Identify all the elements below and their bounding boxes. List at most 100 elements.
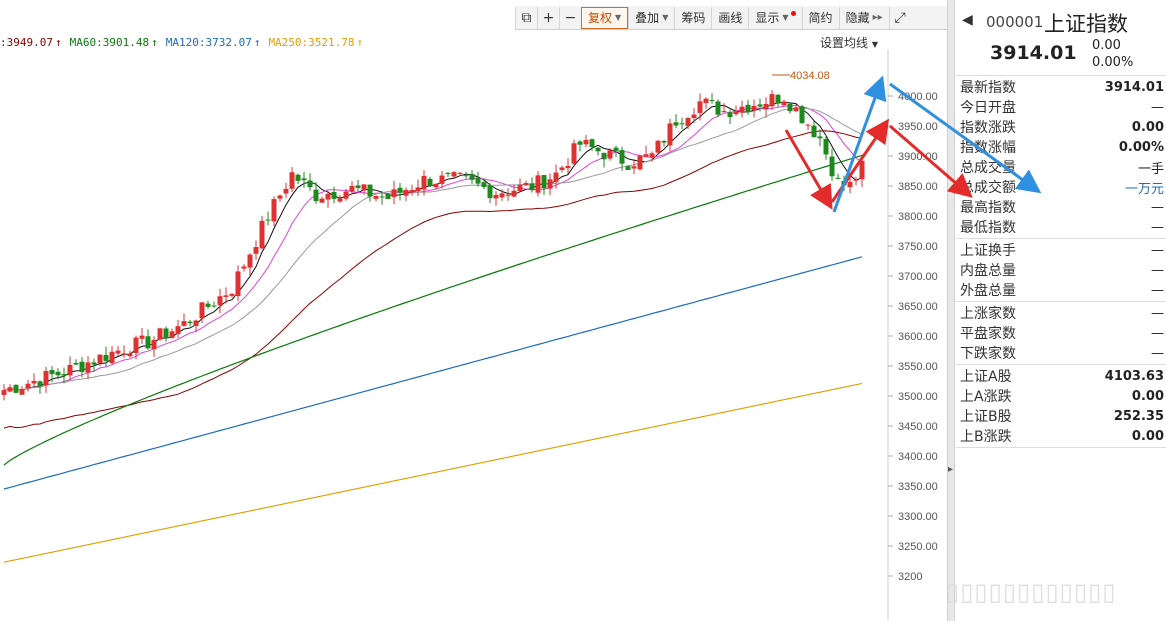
- candle-body[interactable]: [625, 166, 631, 170]
- candle-body[interactable]: [535, 175, 541, 193]
- candle-body[interactable]: [799, 106, 805, 124]
- select-icon[interactable]: ⧉: [515, 6, 537, 29]
- candle-body[interactable]: [49, 369, 55, 375]
- candle-body[interactable]: [481, 182, 487, 188]
- candle-body[interactable]: [391, 189, 397, 197]
- candle-body[interactable]: [301, 178, 307, 181]
- candle-body[interactable]: [439, 175, 445, 184]
- candle-body[interactable]: [709, 99, 715, 101]
- candle-body[interactable]: [91, 362, 97, 365]
- candle-body[interactable]: [43, 371, 49, 386]
- candle-body[interactable]: [427, 178, 433, 187]
- candle-body[interactable]: [493, 194, 499, 199]
- fullscreen-icon[interactable]: ⤢: [888, 6, 911, 29]
- candle-body[interactable]: [121, 353, 127, 355]
- candle-body[interactable]: [685, 118, 691, 127]
- candle-body[interactable]: [517, 184, 523, 192]
- candle-body[interactable]: [97, 354, 103, 364]
- candle-body[interactable]: [805, 124, 811, 126]
- candle-body[interactable]: [319, 198, 325, 203]
- candle-body[interactable]: [601, 152, 607, 160]
- candle-body[interactable]: [397, 187, 403, 193]
- candle-body[interactable]: [631, 166, 637, 169]
- collapse-handle-icon[interactable]: ▸: [948, 464, 954, 475]
- adjust-button[interactable]: 复权 ▼: [581, 6, 629, 29]
- candle-body[interactable]: [313, 189, 319, 202]
- candle-body[interactable]: [691, 114, 697, 118]
- candle-body[interactable]: [175, 326, 181, 334]
- candle-body[interactable]: [211, 305, 217, 307]
- candle-body[interactable]: [229, 293, 235, 296]
- candle-body[interactable]: [763, 103, 769, 110]
- candle-body[interactable]: [643, 154, 649, 157]
- candle-body[interactable]: [511, 190, 517, 197]
- candle-body[interactable]: [403, 190, 409, 196]
- candle-body[interactable]: [499, 193, 505, 198]
- candle-body[interactable]: [775, 94, 781, 104]
- simple-button[interactable]: 简约: [801, 6, 839, 29]
- candle-body[interactable]: [337, 198, 343, 202]
- candle-body[interactable]: [157, 328, 163, 340]
- candle-body[interactable]: [271, 199, 277, 222]
- draw-line-button[interactable]: 画线: [711, 6, 748, 29]
- candle-body[interactable]: [361, 184, 367, 191]
- candle-body[interactable]: [733, 111, 739, 115]
- chips-button[interactable]: 筹码: [674, 6, 711, 29]
- candle-body[interactable]: [25, 383, 31, 389]
- candle-body[interactable]: [295, 174, 301, 181]
- candle-body[interactable]: [577, 141, 583, 145]
- candle-body[interactable]: [787, 103, 793, 112]
- candle-body[interactable]: [85, 362, 91, 373]
- candle-body[interactable]: [163, 328, 169, 339]
- candle-body[interactable]: [79, 361, 85, 372]
- candle-body[interactable]: [37, 381, 43, 387]
- candle-body[interactable]: [373, 196, 379, 199]
- candle-body[interactable]: [475, 177, 481, 184]
- candle-body[interactable]: [55, 371, 61, 376]
- candle-body[interactable]: [745, 104, 751, 113]
- candle-body[interactable]: [217, 296, 223, 306]
- candle-body[interactable]: [655, 140, 661, 153]
- candle-body[interactable]: [463, 175, 469, 177]
- candle-body[interactable]: [751, 105, 757, 111]
- candle-body[interactable]: [679, 123, 685, 125]
- candle-body[interactable]: [109, 351, 115, 364]
- candle-body[interactable]: [667, 123, 673, 146]
- ma-settings-button[interactable]: 设置均线 ▼: [820, 34, 878, 51]
- candle-body[interactable]: [559, 167, 565, 170]
- candle-body[interactable]: [859, 160, 865, 180]
- candle-body[interactable]: [649, 153, 655, 158]
- candle-body[interactable]: [385, 194, 391, 200]
- candle-body[interactable]: [355, 185, 361, 189]
- candle-body[interactable]: [541, 175, 547, 189]
- candle-body[interactable]: [181, 321, 187, 326]
- candle-body[interactable]: [841, 180, 847, 186]
- candle-body[interactable]: [145, 336, 151, 349]
- candle-body[interactable]: [367, 184, 373, 197]
- panel-splitter[interactable]: ▸: [947, 0, 955, 621]
- candle-body[interactable]: [193, 320, 199, 326]
- candle-body[interactable]: [223, 295, 229, 297]
- candle-body[interactable]: [445, 172, 451, 174]
- candle-body[interactable]: [139, 335, 145, 339]
- candle-body[interactable]: [7, 387, 13, 392]
- candle-body[interactable]: [103, 354, 109, 361]
- candle-body[interactable]: [1, 390, 7, 395]
- candle-body[interactable]: [853, 179, 859, 181]
- candle-body[interactable]: [529, 183, 535, 190]
- candle-body[interactable]: [757, 104, 763, 107]
- candle-body[interactable]: [127, 354, 133, 357]
- candle-body[interactable]: [727, 112, 733, 118]
- candle-body[interactable]: [433, 183, 439, 188]
- display-button[interactable]: 显示 ▼: [748, 6, 801, 29]
- candle-body[interactable]: [325, 193, 331, 200]
- candle-body[interactable]: [523, 183, 529, 186]
- candle-body[interactable]: [169, 331, 175, 339]
- candle-body[interactable]: [235, 271, 241, 297]
- candle-body[interactable]: [673, 122, 679, 126]
- candle-body[interactable]: [289, 172, 295, 189]
- candle-body[interactable]: [199, 302, 205, 319]
- candle-body[interactable]: [829, 156, 835, 177]
- candle-body[interactable]: [259, 220, 265, 249]
- candle-body[interactable]: [619, 150, 625, 164]
